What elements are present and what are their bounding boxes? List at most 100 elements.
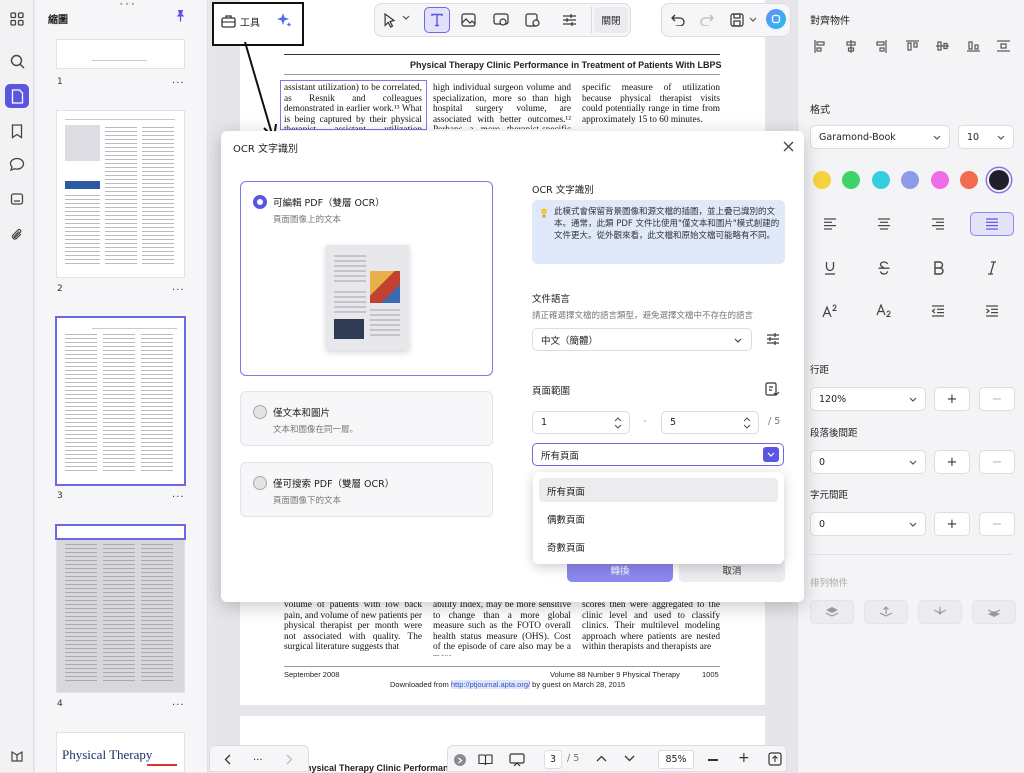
align-center-icon[interactable]: [845, 40, 857, 53]
resize-handle[interactable]: •••: [119, 0, 136, 9]
ai-assistant-icon[interactable]: [766, 9, 786, 29]
chevron-right-icon[interactable]: [286, 754, 293, 765]
text-align-justify-icon[interactable]: [970, 212, 1014, 236]
column-3-bottom[interactable]: scores then were aggregated to the clini…: [582, 600, 720, 656]
distribute-icon[interactable]: [997, 40, 1010, 52]
watermark-icon[interactable]: [525, 13, 540, 27]
reading-mode-icon[interactable]: [478, 753, 493, 766]
link-icon[interactable]: [493, 13, 509, 27]
range-from-input[interactable]: 1: [532, 411, 630, 434]
thumbnail-page-3[interactable]: [57, 318, 184, 484]
paragraph-spacing-select[interactable]: 0: [810, 450, 926, 474]
zoom-level[interactable]: 85%: [658, 750, 694, 769]
color-swatch-green[interactable]: [842, 171, 860, 189]
fit-page-icon[interactable]: [768, 752, 782, 766]
bring-forward-icon[interactable]: [864, 600, 908, 624]
thumbnail-page-5[interactable]: Physical Therapy: [57, 733, 184, 772]
thumbnail-menu-button[interactable]: ...: [172, 697, 185, 708]
chevron-left-icon[interactable]: [224, 754, 231, 765]
thumbnail-page-1[interactable]: [57, 40, 184, 68]
zoom-in-icon[interactable]: +: [738, 751, 750, 765]
align-right-icon[interactable]: [875, 40, 887, 53]
line-spacing-decrease-button[interactable]: −: [979, 387, 1015, 411]
align-left-icon[interactable]: [814, 40, 826, 53]
color-swatch-black[interactable]: [989, 170, 1009, 190]
indent-icon[interactable]: [970, 299, 1014, 323]
char-spacing-decrease-button[interactable]: −: [979, 512, 1015, 536]
bring-to-front-icon[interactable]: [810, 600, 854, 624]
align-middle-icon[interactable]: [936, 40, 949, 52]
dropdown-option-all[interactable]: 所有頁面: [539, 478, 778, 502]
radio-searchable-pdf[interactable]: [253, 476, 267, 490]
chevron-up-icon[interactable]: [596, 755, 607, 762]
bookmark-icon[interactable]: [5, 119, 29, 143]
column-3-top[interactable]: specific measure of utilization because …: [582, 83, 720, 129]
page-subset-select[interactable]: 所有頁面: [532, 443, 784, 466]
save-icon[interactable]: [730, 13, 744, 27]
page-range-icon[interactable]: [765, 382, 780, 398]
close-icon[interactable]: [783, 141, 794, 152]
subscript-icon[interactable]: [862, 299, 906, 323]
collapse-icon[interactable]: [454, 754, 466, 766]
stamp-icon[interactable]: [5, 187, 29, 211]
superscript-icon[interactable]: [808, 299, 852, 323]
grid-icon[interactable]: [5, 7, 29, 31]
line-spacing-increase-button[interactable]: +: [934, 387, 970, 411]
text-align-left-icon[interactable]: [808, 212, 852, 236]
dropdown-option-odd[interactable]: 奇數頁面: [539, 534, 778, 558]
thumbnail-menu-button[interactable]: ...: [172, 75, 185, 86]
color-swatch-lavender[interactable]: [901, 171, 919, 189]
range-to-input[interactable]: 5: [661, 411, 759, 434]
close-edit-button[interactable]: 關閉: [594, 7, 628, 33]
download-link[interactable]: http://ptjournal.apta.org/: [450, 680, 531, 689]
char-spacing-select[interactable]: 0: [810, 512, 926, 536]
search-icon[interactable]: [5, 49, 29, 73]
language-select[interactable]: 中文（簡體）: [532, 328, 752, 351]
option-text-and-images[interactable]: 僅文本和圖片 文本和圖像在同一層。: [240, 391, 493, 446]
underline-icon[interactable]: [808, 256, 852, 280]
column-1-bottom[interactable]: volume of patients with low back pain, a…: [284, 600, 422, 656]
align-bottom-icon[interactable]: [967, 40, 980, 52]
chevron-down-icon[interactable]: [763, 447, 779, 462]
thumbnail-page-4[interactable]: [57, 526, 184, 692]
char-spacing-increase-button[interactable]: +: [934, 512, 970, 536]
attachment-icon[interactable]: [5, 222, 29, 246]
text-align-center-icon[interactable]: [862, 212, 906, 236]
thumbnail-menu-button[interactable]: ...: [172, 489, 185, 500]
image-icon[interactable]: [461, 13, 476, 27]
font-family-select[interactable]: Garamond-Book: [810, 125, 950, 149]
font-size-select[interactable]: 10: [958, 125, 1014, 149]
column-2-top[interactable]: high individual surgeon volume and speci…: [433, 83, 571, 129]
redo-icon[interactable]: [700, 14, 714, 26]
option-editable-pdf[interactable]: 可編輯 PDF（雙層 OCR） 頁面圖像上的文本: [240, 181, 493, 376]
language-settings-icon[interactable]: [766, 332, 780, 346]
comment-icon[interactable]: [5, 152, 29, 176]
text-align-right-icon[interactable]: [916, 212, 960, 236]
chevron-down-icon[interactable]: [624, 755, 635, 762]
option-searchable-pdf[interactable]: 僅可搜索 PDF（雙層 OCR） 頁面圖像下的文本: [240, 462, 493, 517]
pin-icon[interactable]: [175, 9, 186, 22]
page-thumbnails-icon[interactable]: [5, 84, 29, 108]
sliders-icon[interactable]: [562, 13, 577, 27]
paragraph-spacing-increase-button[interactable]: +: [934, 450, 970, 474]
color-swatch-yellow[interactable]: [813, 171, 831, 189]
zoom-out-icon[interactable]: [708, 759, 718, 761]
outdent-icon[interactable]: [916, 299, 960, 323]
color-swatch-pink[interactable]: [931, 171, 949, 189]
more-button[interactable]: ...: [253, 752, 263, 763]
chevron-down-icon[interactable]: [749, 17, 757, 23]
color-swatch-orange[interactable]: [960, 171, 978, 189]
cursor-icon[interactable]: [383, 13, 396, 28]
chevron-down-icon[interactable]: [402, 15, 410, 21]
text-tool-button[interactable]: [424, 7, 450, 33]
send-to-back-icon[interactable]: [972, 600, 1016, 624]
line-spacing-select[interactable]: 120%: [810, 387, 926, 411]
thumbnail-menu-button[interactable]: ...: [172, 282, 185, 293]
italic-icon[interactable]: [970, 256, 1014, 280]
column-1-top[interactable]: assistant utilization) to be correlated,…: [284, 83, 422, 129]
paragraph-spacing-decrease-button[interactable]: −: [979, 450, 1015, 474]
thumbnail-page-2[interactable]: [57, 111, 184, 277]
strikethrough-icon[interactable]: [862, 256, 906, 280]
column-2-bottom[interactable]: ability Index, may be more sensitive to …: [433, 600, 571, 656]
bold-icon[interactable]: [916, 256, 960, 280]
